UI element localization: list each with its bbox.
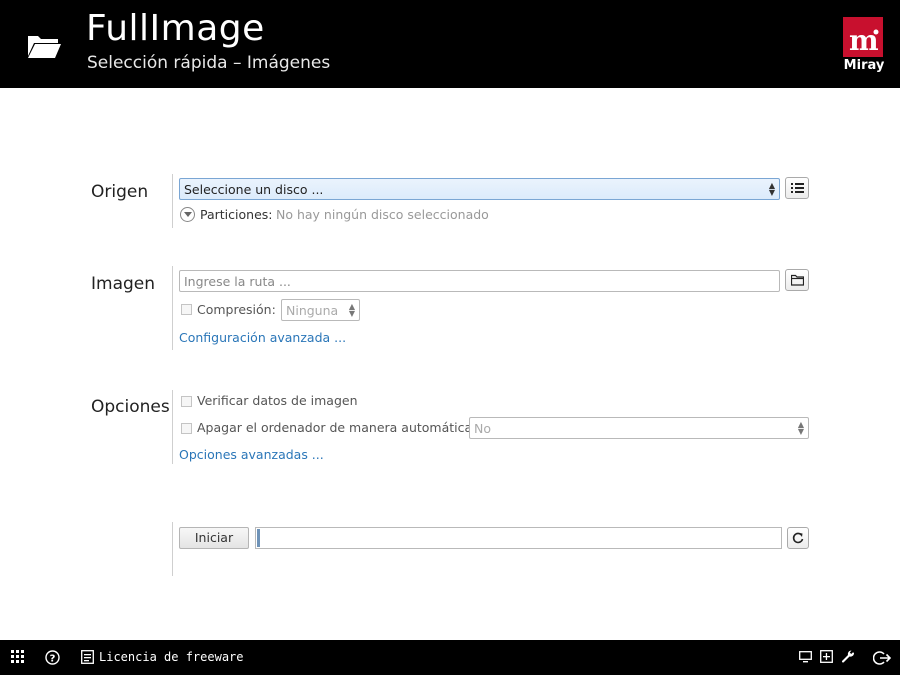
logo-mark: m bbox=[849, 24, 879, 57]
image-path-input[interactable]: Ingrese la ruta ... bbox=[179, 270, 780, 292]
section-label-image: Imagen bbox=[91, 274, 156, 294]
expand-partitions-icon[interactable] bbox=[180, 207, 195, 222]
license-text[interactable]: Licencia de freeware bbox=[99, 650, 244, 664]
section-label-origin: Origen bbox=[91, 182, 149, 202]
add-icon[interactable] bbox=[820, 650, 833, 663]
disk-select[interactable]: Seleccione un disco ... ▲ ▼ bbox=[179, 178, 780, 200]
section-divider bbox=[172, 266, 173, 350]
shutdown-label: Apagar el ordenador de manera automática… bbox=[197, 420, 477, 435]
progress-fill bbox=[257, 529, 260, 547]
disk-list-button[interactable] bbox=[785, 177, 809, 199]
svg-text:?: ? bbox=[50, 654, 56, 665]
app-subtitle: Selección rápida – Imágenes bbox=[87, 53, 331, 73]
exit-icon[interactable] bbox=[873, 650, 891, 666]
miray-logo: m bbox=[843, 17, 883, 57]
grid-icon[interactable] bbox=[11, 650, 24, 663]
app-header: FullImage Selección rápida – Imágenes m … bbox=[0, 0, 900, 88]
refresh-button[interactable] bbox=[787, 527, 809, 549]
start-button[interactable]: Iniciar bbox=[179, 527, 249, 549]
compression-label: Compresión: bbox=[197, 302, 276, 317]
partitions-label: Particiones: bbox=[200, 207, 273, 222]
advanced-options-link[interactable]: Opciones avanzadas ... bbox=[179, 447, 324, 462]
shutdown-select-value: No bbox=[474, 421, 491, 436]
section-label-options: Opciones bbox=[91, 397, 170, 417]
logo-text: Miray bbox=[843, 58, 885, 73]
verify-label: Verificar datos de imagen bbox=[197, 393, 358, 408]
app-title: FullImage bbox=[86, 8, 265, 49]
folder-open-icon bbox=[28, 36, 61, 58]
browse-folder-button[interactable] bbox=[785, 269, 809, 291]
wrench-icon[interactable] bbox=[841, 650, 855, 664]
section-divider bbox=[172, 174, 173, 228]
section-divider bbox=[172, 522, 173, 576]
compression-select[interactable]: Ninguna ▲ ▼ bbox=[281, 299, 360, 321]
compression-select-value: Ninguna bbox=[286, 303, 339, 318]
folder-icon bbox=[791, 274, 804, 286]
image-path-placeholder: Ingrese la ruta ... bbox=[184, 274, 291, 289]
progress-bar bbox=[255, 527, 782, 549]
shutdown-select[interactable]: No ▲ ▼ bbox=[469, 417, 809, 439]
monitor-icon[interactable] bbox=[799, 651, 812, 663]
list-icon bbox=[791, 183, 804, 193]
select-arrows-icon: ▲ ▼ bbox=[797, 420, 804, 436]
disk-select-value: Seleccione un disco ... bbox=[184, 182, 324, 197]
shutdown-checkbox[interactable] bbox=[181, 423, 192, 434]
advanced-config-link[interactable]: Configuración avanzada ... bbox=[179, 330, 346, 345]
help-icon[interactable]: ? bbox=[45, 650, 60, 665]
license-icon bbox=[81, 650, 94, 664]
verify-checkbox[interactable] bbox=[181, 396, 192, 407]
partitions-value: No hay ningún disco seleccionado bbox=[276, 207, 489, 222]
refresh-icon bbox=[792, 532, 804, 544]
section-divider bbox=[172, 390, 173, 464]
app-footer: ? Licencia de freeware bbox=[0, 640, 900, 675]
select-arrows-icon: ▲ ▼ bbox=[348, 302, 355, 318]
svg-text:m: m bbox=[849, 24, 879, 57]
select-arrows-icon: ▲ ▼ bbox=[768, 181, 775, 197]
compression-checkbox[interactable] bbox=[181, 304, 192, 315]
